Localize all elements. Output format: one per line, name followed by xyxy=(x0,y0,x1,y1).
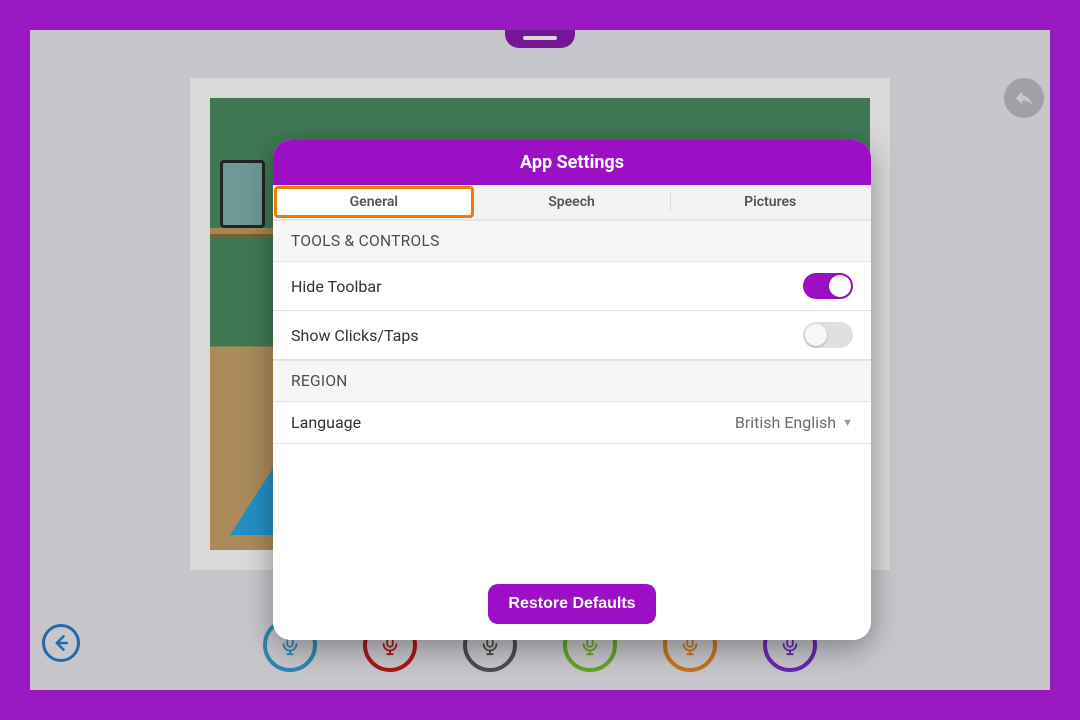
toggle-show-clicks[interactable] xyxy=(803,322,853,348)
chevron-down-icon: ▼ xyxy=(842,416,853,429)
tab-bar: General Speech Pictures xyxy=(273,185,871,220)
language-value: British English xyxy=(735,413,836,432)
share-button[interactable] xyxy=(1004,78,1044,118)
language-select[interactable]: British English ▼ xyxy=(735,413,853,432)
tab-general[interactable]: General xyxy=(275,187,473,217)
drag-handle[interactable] xyxy=(505,30,575,48)
restore-defaults-button[interactable]: Restore Defaults xyxy=(488,584,655,624)
row-hide-toolbar: Hide Toolbar xyxy=(273,262,871,311)
panel-body: TOOLS & CONTROLS Hide Toolbar Show Click… xyxy=(273,220,871,574)
row-show-clicks: Show Clicks/Taps xyxy=(273,311,871,360)
section-region: REGION xyxy=(273,360,871,402)
row-label: Hide Toolbar xyxy=(291,277,382,296)
section-tools-controls: TOOLS & CONTROLS xyxy=(273,220,871,262)
arrow-left-icon xyxy=(51,633,71,653)
row-label: Language xyxy=(291,413,361,432)
panel-footer: Restore Defaults xyxy=(273,574,871,640)
row-language: Language British English ▼ xyxy=(273,402,871,444)
back-button[interactable] xyxy=(42,624,80,662)
row-label: Show Clicks/Taps xyxy=(291,326,419,345)
toggle-hide-toolbar[interactable] xyxy=(803,273,853,299)
tab-speech[interactable]: Speech xyxy=(473,187,671,217)
settings-panel: App Settings General Speech Pictures TOO… xyxy=(273,140,871,640)
tab-pictures[interactable]: Pictures xyxy=(671,187,869,217)
reply-arrow-icon xyxy=(1013,87,1035,109)
panel-title: App Settings xyxy=(273,140,871,185)
